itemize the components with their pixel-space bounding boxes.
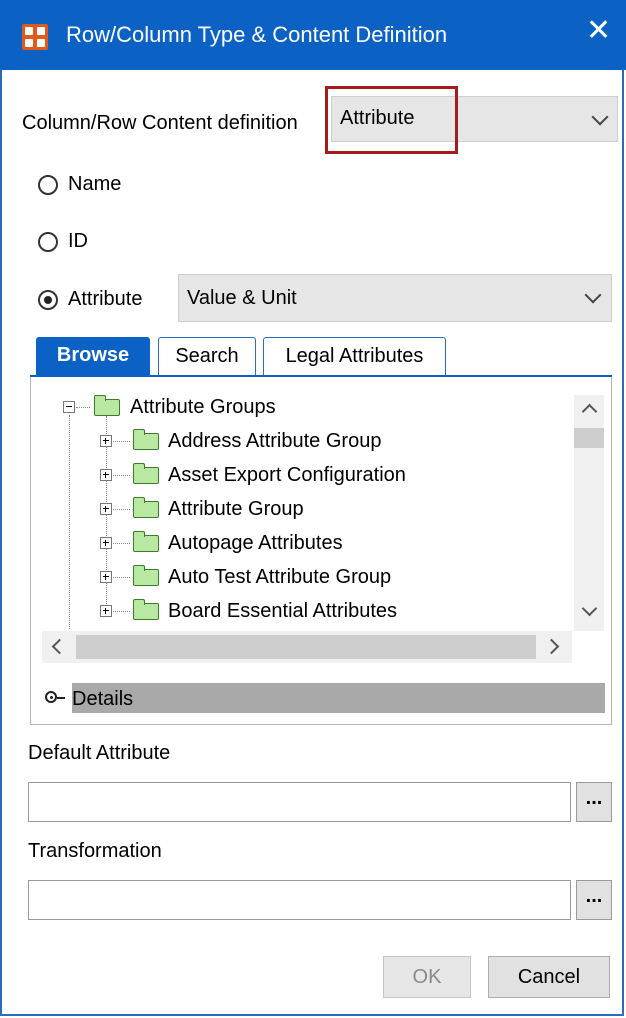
vertical-scroll-thumb[interactable] [574, 428, 604, 448]
radio-id[interactable] [38, 232, 58, 252]
highlight-box [325, 86, 458, 154]
tab-legal-attributes[interactable]: Legal Attributes [263, 337, 446, 375]
folder-icon [133, 463, 159, 484]
default-attribute-browse-button[interactable]: ... [576, 782, 612, 822]
transformation-field[interactable] [28, 880, 571, 920]
radio-id-label: ID [68, 230, 88, 252]
radio-attribute-label: Attribute [68, 288, 143, 310]
attribute-mode-select[interactable]: Value & Unit [178, 274, 612, 322]
radio-attribute[interactable] [38, 290, 58, 310]
expand-icon[interactable] [100, 503, 112, 515]
tree-node[interactable]: Address Attribute Group [168, 430, 381, 453]
default-attribute-field[interactable] [28, 782, 571, 822]
folder-icon [94, 395, 120, 416]
tree-node[interactable]: Autopage Attributes [168, 532, 343, 555]
tab-search[interactable]: Search [158, 337, 256, 375]
transformation-browse-button[interactable]: ... [576, 880, 612, 920]
folder-icon [133, 565, 159, 586]
folder-icon [133, 429, 159, 450]
expand-icon[interactable] [100, 605, 112, 617]
tree-node-root[interactable]: Attribute Groups [130, 396, 276, 419]
collapse-icon[interactable] [63, 401, 75, 413]
radio-name-label: Name [68, 173, 122, 195]
expand-icon[interactable] [100, 469, 112, 481]
tab-browse[interactable]: Browse [36, 337, 150, 375]
tree-node[interactable]: Board Essential Attributes [168, 600, 397, 623]
pin-icon[interactable] [45, 691, 65, 703]
horizontal-scroll-thumb[interactable] [76, 635, 536, 659]
tab-search-label: Search [175, 345, 239, 367]
tab-legal-attributes-label: Legal Attributes [285, 345, 424, 367]
details-label: Details [72, 688, 134, 710]
default-attribute-label: Default Attribute [28, 742, 171, 764]
expand-icon[interactable] [100, 571, 112, 583]
chevron-down-icon [584, 286, 602, 304]
details-bar[interactable] [72, 683, 605, 713]
title-bar: Row/Column Type & Content Definition ✕ [0, 0, 626, 70]
folder-icon [133, 531, 159, 552]
window-title: Row/Column Type & Content Definition [66, 22, 448, 47]
close-icon[interactable]: ✕ [586, 16, 611, 46]
attribute-mode-value: Value & Unit [187, 287, 297, 309]
chevron-down-icon [591, 108, 609, 126]
app-icon [22, 24, 48, 50]
tree-connector [69, 415, 70, 629]
expand-icon[interactable] [100, 435, 112, 447]
cancel-button[interactable]: Cancel [488, 956, 610, 998]
tree-node[interactable]: Asset Export Configuration [168, 464, 406, 487]
expand-icon[interactable] [100, 537, 112, 549]
tree-node[interactable]: Auto Test Attribute Group [168, 566, 391, 589]
transformation-label: Transformation [28, 840, 162, 862]
tree-connector [76, 407, 90, 408]
content-definition-label: Column/Row Content definition [22, 112, 298, 134]
radio-name[interactable] [38, 175, 58, 195]
folder-icon [133, 599, 159, 620]
tab-browse-label: Browse [56, 344, 130, 366]
tree-node[interactable]: Attribute Group [168, 498, 304, 521]
folder-icon [133, 497, 159, 518]
ok-button[interactable]: OK [383, 956, 471, 998]
